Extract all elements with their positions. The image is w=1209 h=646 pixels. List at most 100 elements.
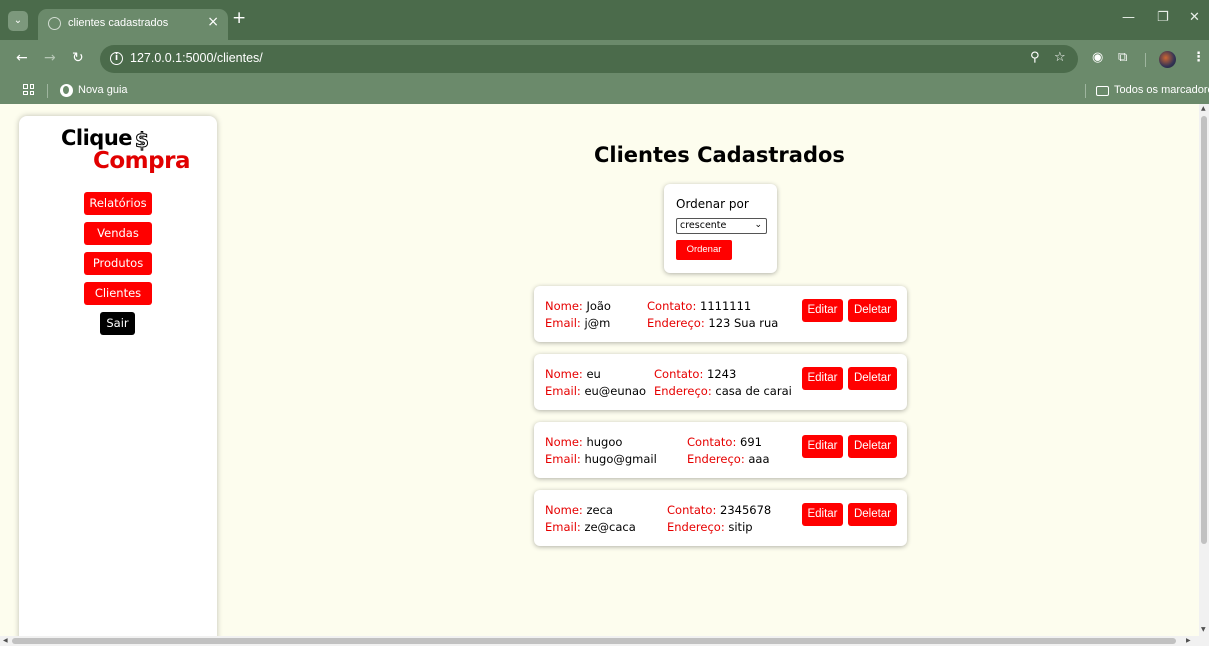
email-label: Email:: [545, 316, 581, 330]
sidebar-item-produtos[interactable]: Produtos: [84, 252, 152, 275]
contact-value: 691: [740, 435, 762, 449]
client-contact: Contato: 1243: [654, 367, 736, 381]
name-label: Nome:: [545, 367, 583, 381]
horizontal-scrollbar[interactable]: ◀ ▶: [0, 636, 1209, 646]
scroll-left-icon[interactable]: ◀: [3, 637, 8, 644]
delete-button[interactable]: Deletar: [848, 503, 897, 526]
vertical-scrollbar[interactable]: ▲ ▼: [1199, 104, 1209, 636]
client-address: Endereço: sitip: [667, 520, 753, 534]
scroll-up-icon[interactable]: ▲: [1201, 105, 1206, 112]
scroll-right-icon[interactable]: ▶: [1186, 637, 1191, 644]
contact-value: 2345678: [720, 503, 772, 517]
address-value: aaa: [748, 452, 770, 466]
client-email: Email: hugo@gmail: [545, 452, 657, 466]
folder-icon: [1096, 86, 1109, 96]
minimize-icon[interactable]: —: [1122, 10, 1135, 25]
email-value: ze@caca: [584, 520, 636, 534]
sort-panel: Ordenar por crescente ⌄ Ordenar: [664, 184, 777, 273]
logo: Clique $ Compra: [59, 126, 190, 186]
contact-value: 1243: [707, 367, 737, 381]
address-value: casa de carai: [715, 384, 792, 398]
address-label: Endereço:: [654, 384, 712, 398]
address-label: Endereço:: [687, 452, 745, 466]
client-address: Endereço: 123 Sua rua: [647, 316, 778, 330]
contact-label: Contato:: [667, 503, 717, 517]
puzzle-icon[interactable]: ⧉: [1118, 50, 1127, 65]
client-email: Email: eu@eunao: [545, 384, 646, 398]
sidebar-item-vendas[interactable]: Vendas: [84, 222, 152, 245]
logo-compra: Compra: [93, 148, 190, 174]
globe-icon: [60, 84, 73, 97]
zoom-icon[interactable]: ⚲: [1030, 50, 1040, 65]
client-card: Nome: hugoo Email: hugo@gmail Contato: 6…: [534, 422, 907, 478]
browser-tab[interactable]: clientes cadastrados ×: [38, 9, 228, 40]
name-label: Nome:: [545, 299, 583, 313]
address-label: Endereço:: [667, 520, 725, 534]
all-bookmarks[interactable]: Todos os marcadores: [1114, 84, 1209, 96]
bookmarks-divider: [47, 84, 48, 98]
email-label: Email:: [545, 452, 581, 466]
name-value: eu: [586, 367, 601, 381]
forward-icon[interactable]: →: [44, 50, 56, 66]
reload-icon[interactable]: ↻: [72, 50, 84, 66]
name-value: zeca: [586, 503, 613, 517]
url-text[interactable]: 127.0.0.1:5000/clientes/: [130, 51, 263, 65]
client-name: Nome: eu: [545, 367, 601, 381]
delete-button[interactable]: Deletar: [848, 367, 897, 390]
restore-icon[interactable]: ❐: [1157, 10, 1169, 25]
edit-button[interactable]: Editar: [802, 435, 843, 458]
sidebar: Clique $ Compra Relatórios Vendas Produt…: [19, 116, 217, 646]
name-value: hugoo: [586, 435, 623, 449]
horizontal-scroll-thumb[interactable]: [12, 638, 1176, 644]
email-value: hugo@gmail: [584, 452, 657, 466]
close-icon[interactable]: ×: [207, 14, 219, 30]
contact-value: 1111111: [700, 299, 752, 313]
back-icon[interactable]: ←: [16, 50, 28, 66]
chevron-down-icon: ⌄: [754, 220, 762, 230]
window-close-icon[interactable]: ✕: [1189, 10, 1200, 25]
contact-label: Contato:: [654, 367, 704, 381]
edit-button[interactable]: Editar: [802, 299, 843, 322]
bookmark-new-tab[interactable]: Nova guia: [78, 84, 128, 96]
sort-button[interactable]: Ordenar: [676, 240, 732, 260]
edit-button[interactable]: Editar: [802, 503, 843, 526]
bookmarks-bar: Nova guia Todos os marcadores: [0, 78, 1209, 104]
sidebar-item-clientes[interactable]: Clientes: [84, 282, 152, 305]
sort-select[interactable]: crescente ⌄: [676, 218, 767, 234]
edit-button[interactable]: Editar: [802, 367, 843, 390]
apps-icon[interactable]: [23, 84, 34, 95]
delete-button[interactable]: Deletar: [848, 299, 897, 322]
client-email: Email: ze@caca: [545, 520, 636, 534]
tab-search-icon[interactable]: ⌄: [8, 11, 28, 31]
new-tab-button[interactable]: +: [232, 8, 246, 28]
client-contact: Contato: 1111111: [647, 299, 751, 313]
contact-label: Contato:: [687, 435, 737, 449]
star-icon[interactable]: ☆: [1054, 50, 1066, 65]
address-bar[interactable]: i 127.0.0.1:5000/clientes/ ⚲ ☆: [100, 45, 1078, 73]
scroll-down-icon[interactable]: ▼: [1201, 626, 1206, 633]
email-label: Email:: [545, 520, 581, 534]
menu-icon[interactable]: ⋮: [1192, 50, 1205, 65]
vertical-scroll-thumb[interactable]: [1201, 116, 1207, 544]
info-icon[interactable]: i: [110, 52, 123, 65]
name-value: João: [586, 299, 611, 313]
delete-button[interactable]: Deletar: [848, 435, 897, 458]
name-label: Nome:: [545, 435, 583, 449]
logout-button[interactable]: Sair: [100, 312, 135, 335]
contact-label: Contato:: [647, 299, 697, 313]
address-value: sitip: [728, 520, 753, 534]
profile-avatar[interactable]: [1159, 51, 1176, 68]
bookmarks-divider: [1085, 84, 1086, 98]
client-card: Nome: zeca Email: ze@caca Contato: 23456…: [534, 490, 907, 546]
client-name: Nome: João: [545, 299, 611, 313]
extension-icon[interactable]: ◉: [1092, 50, 1103, 65]
client-name: Nome: zeca: [545, 503, 613, 517]
sidebar-item-relatorios[interactable]: Relatórios: [84, 192, 152, 215]
client-card: Nome: João Email: j@m Contato: 1111111 E…: [534, 286, 907, 342]
tab-title: clientes cadastrados: [68, 17, 169, 29]
logo-clique: Clique: [61, 126, 133, 150]
address-label: Endereço:: [647, 316, 705, 330]
sort-select-value: crescente: [680, 220, 727, 231]
name-label: Nome:: [545, 503, 583, 517]
toolbar-divider: [1145, 53, 1146, 67]
